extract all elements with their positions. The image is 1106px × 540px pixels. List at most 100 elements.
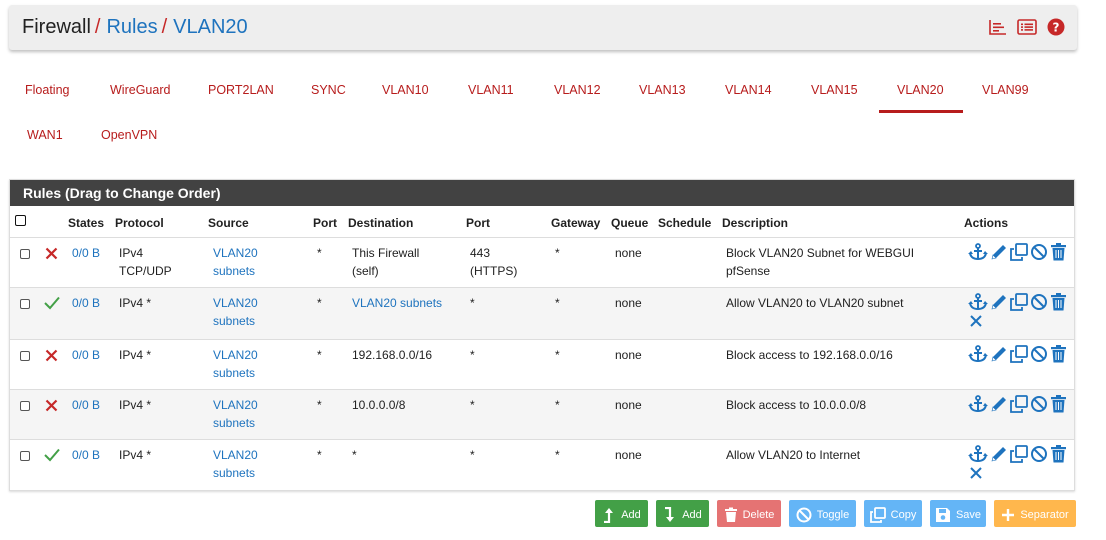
states-link[interactable]: 0/0 B — [72, 396, 100, 414]
delete-trash-icon[interactable] — [1050, 395, 1067, 413]
add-bottom-icon — [663, 506, 677, 523]
copy-rule-icon[interactable] — [1010, 293, 1028, 311]
disable-ban-icon[interactable] — [1030, 395, 1048, 413]
list-icon[interactable] — [1017, 19, 1037, 35]
row-checkbox[interactable] — [20, 351, 30, 361]
col-dest-port: Port — [466, 216, 490, 230]
disable-ban-icon[interactable] — [1030, 345, 1048, 363]
delete-button[interactable]: Delete — [717, 500, 781, 527]
source-link[interactable]: subnets — [213, 312, 255, 330]
tab-vlan12[interactable]: VLAN12 — [554, 83, 601, 97]
source-link[interactable]: subnets — [213, 364, 255, 382]
tab-vlan14[interactable]: VLAN14 — [725, 83, 772, 97]
save-label: Save — [955, 508, 982, 521]
edit-pencil-icon[interactable] — [990, 445, 1008, 463]
move-anchor-icon[interactable] — [968, 243, 988, 261]
move-anchor-icon[interactable] — [968, 395, 988, 413]
copy-rule-icon[interactable] — [1010, 445, 1028, 463]
col-gateway: Gateway — [551, 216, 601, 230]
tab-sync[interactable]: SYNC — [311, 83, 346, 97]
destination-value: 192.168.0.0/16 — [352, 348, 433, 362]
breadcrumb-rules-link[interactable]: Rules — [106, 16, 157, 38]
gateway-value: * — [555, 448, 560, 462]
disable-ban-icon[interactable] — [1030, 293, 1048, 311]
edit-pencil-icon[interactable] — [990, 243, 1008, 261]
tab-port2lan[interactable]: PORT2LAN — [208, 83, 274, 97]
source-link[interactable]: VLAN20 — [213, 294, 258, 312]
states-link[interactable]: 0/0 B — [72, 294, 100, 312]
row-actions — [968, 243, 1067, 261]
tab-vlan99[interactable]: VLAN99 — [982, 83, 1029, 97]
help-icon[interactable]: ? — [1047, 18, 1065, 36]
source-link[interactable]: VLAN20 — [213, 346, 258, 364]
tab-vlan11[interactable]: VLAN11 — [468, 83, 514, 97]
row-checkbox[interactable] — [20, 249, 30, 259]
add-bottom-button[interactable]: Add — [656, 500, 709, 527]
row-checkbox[interactable] — [20, 451, 30, 461]
add-bottom-label: Add — [682, 508, 702, 521]
col-protocol: Protocol — [115, 216, 164, 230]
edit-pencil-icon[interactable] — [990, 293, 1008, 311]
source-link[interactable]: VLAN20 — [213, 396, 258, 414]
col-queue: Queue — [611, 216, 649, 230]
destination-value: (self) — [352, 264, 379, 278]
source-link[interactable]: subnets — [213, 464, 255, 482]
states-link[interactable]: 0/0 B — [72, 244, 100, 262]
gateway-value: * — [555, 296, 560, 310]
add-top-button[interactable]: Add — [595, 500, 648, 527]
destination-link[interactable]: VLAN20 subnets — [352, 294, 442, 312]
delete-x-icon[interactable] — [969, 314, 983, 333]
breadcrumb-current[interactable]: VLAN20 — [173, 16, 248, 38]
copy-rule-icon[interactable] — [1010, 395, 1028, 413]
tab-wireguard[interactable]: WireGuard — [110, 83, 170, 97]
move-anchor-icon[interactable] — [968, 445, 988, 463]
row-actions — [968, 345, 1067, 363]
delete-x-icon[interactable] — [969, 466, 983, 485]
edit-pencil-icon[interactable] — [990, 345, 1008, 363]
toggle-button[interactable]: Toggle — [789, 500, 856, 527]
delete-trash-icon[interactable] — [1050, 345, 1067, 363]
table-row: 0/0 B IPv4 TCP/UDP VLAN20 subnets * This Firew… — [10, 237, 1074, 287]
move-anchor-icon[interactable] — [968, 293, 988, 311]
add-top-label: Add — [621, 508, 641, 521]
destination-value: This Firewall — [352, 246, 420, 260]
source-link[interactable]: subnets — [213, 262, 255, 280]
states-link[interactable]: 0/0 B — [72, 346, 100, 364]
tab-wan1[interactable]: WAN1 — [27, 128, 63, 142]
move-anchor-icon[interactable] — [968, 345, 988, 363]
copy-button[interactable]: Copy — [864, 500, 922, 527]
select-all-checkbox[interactable] — [15, 215, 26, 226]
copy-rule-icon[interactable] — [1010, 345, 1028, 363]
save-button[interactable]: Save — [930, 500, 986, 527]
tab-openvpn[interactable]: OpenVPN — [101, 128, 157, 142]
edit-pencil-icon[interactable] — [990, 395, 1008, 413]
separator-button[interactable]: Separator — [994, 500, 1076, 527]
row-checkbox[interactable] — [20, 401, 30, 411]
disable-ban-icon[interactable] — [1030, 243, 1048, 261]
add-top-icon — [602, 507, 616, 523]
source-link[interactable]: VLAN20 — [213, 446, 258, 464]
tab-vlan20[interactable]: VLAN20 — [897, 83, 944, 97]
copy-rule-icon[interactable] — [1010, 243, 1028, 261]
states-link[interactable]: 0/0 B — [72, 446, 100, 464]
delete-trash-icon[interactable] — [1050, 445, 1067, 463]
description-value: Block access to 10.0.0.0/8 — [726, 398, 867, 412]
source-link[interactable]: VLAN20 — [213, 244, 258, 262]
row-checkbox[interactable] — [20, 299, 30, 309]
tab-floating[interactable]: Floating — [25, 83, 69, 97]
delete-trash-icon[interactable] — [1050, 293, 1067, 311]
delete-trash-icon[interactable] — [1050, 243, 1067, 261]
dest-port-value: * — [470, 398, 475, 412]
queue-value: none — [615, 296, 642, 310]
panel-title: Rules (Drag to Change Order) — [10, 180, 1074, 206]
tab-vlan13[interactable]: VLAN13 — [639, 83, 686, 97]
protocol-value: IPv4 * — [119, 348, 152, 362]
tab-vlan10[interactable]: VLAN10 — [382, 83, 429, 97]
source-port-value: * — [317, 448, 322, 462]
disable-ban-icon[interactable] — [1030, 445, 1048, 463]
chart-icon[interactable] — [989, 19, 1007, 35]
tab-vlan15[interactable]: VLAN15 — [811, 83, 858, 97]
gateway-value: * — [555, 246, 560, 260]
protocol-value: IPv4 — [119, 246, 144, 260]
source-link[interactable]: subnets — [213, 414, 255, 432]
